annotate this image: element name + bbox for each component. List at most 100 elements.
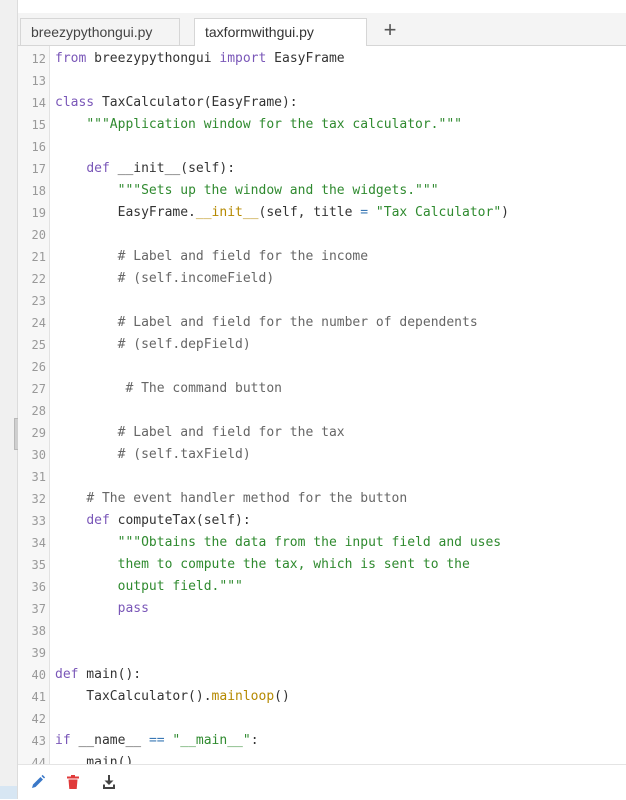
- code-text: from breezypythongui import EasyFrame: [55, 48, 345, 70]
- code-token: EasyFrame: [266, 51, 345, 66]
- line-number: 20: [31, 228, 46, 242]
- line-number: 40: [31, 668, 46, 682]
- code-line[interactable]: 31: [18, 466, 626, 488]
- code-line[interactable]: 14 class TaxCalculator(EasyFrame):: [18, 92, 626, 114]
- line-number: 32: [31, 492, 46, 506]
- line-number: 15: [31, 118, 46, 132]
- code-text: pass: [55, 598, 149, 620]
- code-line[interactable]: 40 def main():: [18, 664, 626, 686]
- code-text: output field.""": [55, 576, 243, 598]
- code-text: """Obtains the data from the input field…: [55, 532, 502, 554]
- code-line[interactable]: 12 from breezypythongui import EasyFrame: [18, 48, 626, 70]
- code-token: ): [501, 205, 509, 220]
- code-line[interactable]: 20: [18, 224, 626, 246]
- code-line[interactable]: 24 # Label and field for the number of d…: [18, 312, 626, 334]
- code-text: main(): [55, 752, 133, 764]
- code-token: __name__: [70, 733, 149, 748]
- line-number: 35: [31, 558, 46, 572]
- code-line[interactable]: 37 pass: [18, 598, 626, 620]
- code-line[interactable]: 36 output field.""": [18, 576, 626, 598]
- code-line[interactable]: 33 def computeTax(self):: [18, 510, 626, 532]
- left-panel-strip: [0, 0, 20, 799]
- code-text: # Label and field for the tax: [55, 422, 345, 444]
- code-text: """Sets up the window and the widgets.""…: [55, 180, 439, 202]
- code-token: ==: [148, 733, 165, 748]
- line-number: 14: [31, 96, 46, 110]
- line-number: 38: [31, 624, 46, 638]
- code-token: # Label and field for the number of depe…: [117, 315, 478, 330]
- line-number: 36: [31, 580, 46, 594]
- download-icon: [101, 774, 119, 790]
- code-line[interactable]: 22 # (self.incomeField): [18, 268, 626, 290]
- code-token: if: [55, 733, 71, 748]
- code-text: def computeTax(self):: [55, 510, 250, 532]
- code-line[interactable]: 21 # Label and field for the income: [18, 246, 626, 268]
- line-number: 37: [31, 602, 46, 616]
- code-line[interactable]: 28: [18, 400, 626, 422]
- add-tab-button[interactable]: +: [378, 16, 402, 44]
- tab-taxformwithgui[interactable]: taxformwithgui.py: [194, 18, 367, 46]
- code-line[interactable]: 39: [18, 642, 626, 664]
- code-line[interactable]: 34 """Obtains the data from the input fi…: [18, 532, 626, 554]
- code-line[interactable]: 43 if __name__ == "__main__":: [18, 730, 626, 752]
- code-line[interactable]: 15 """Application window for the tax cal…: [18, 114, 626, 136]
- code-line[interactable]: 16: [18, 136, 626, 158]
- code-line[interactable]: 18 """Sets up the window and the widgets…: [18, 180, 626, 202]
- editor-toolbar: [18, 764, 626, 800]
- tab-label: taxformwithgui.py: [205, 24, 314, 40]
- code-line[interactable]: 44 main(): [18, 752, 626, 764]
- code-line[interactable]: 42: [18, 708, 626, 730]
- code-token: # Label and field for the income: [117, 249, 369, 264]
- line-number: 44: [31, 756, 46, 764]
- line-number: 39: [31, 646, 46, 660]
- code-token: def: [86, 161, 110, 176]
- code-token: them to compute the tax, which is sent t…: [117, 557, 470, 572]
- code-line[interactable]: 25 # (self.depField): [18, 334, 626, 356]
- line-number: 34: [31, 536, 46, 550]
- line-number: 27: [31, 382, 46, 396]
- code-editor[interactable]: 12 from breezypythongui import EasyFrame 1…: [18, 46, 626, 764]
- code-text: # (self.depField): [55, 334, 251, 356]
- code-token: "__main__": [172, 733, 251, 748]
- code-line[interactable]: 41 TaxCalculator().mainloop(): [18, 686, 626, 708]
- code-token: def: [86, 513, 110, 528]
- line-number: 16: [31, 140, 46, 154]
- code-line[interactable]: 19 EasyFrame.__init__(self, title = "Tax…: [18, 202, 626, 224]
- code-line[interactable]: 17 def __init__(self):: [18, 158, 626, 180]
- code-line[interactable]: 32 # The event handler method for the bu…: [18, 488, 626, 510]
- code-token: # The event handler method for the butto…: [86, 491, 408, 506]
- code-line[interactable]: 30 # (self.taxField): [18, 444, 626, 466]
- line-number: 22: [31, 272, 46, 286]
- code-line[interactable]: 35 them to compute the tax, which is sen…: [18, 554, 626, 576]
- code-token: EasyFrame.: [55, 205, 196, 220]
- code-line[interactable]: 29 # Label and field for the tax: [18, 422, 626, 444]
- delete-button[interactable]: [65, 774, 83, 792]
- code-line[interactable]: 26: [18, 356, 626, 378]
- code-line[interactable]: 38: [18, 620, 626, 642]
- download-button[interactable]: [101, 774, 119, 792]
- code-text: """Application window for the tax calcul…: [55, 114, 462, 136]
- tab-breezypythongui[interactable]: breezypythongui.py: [20, 18, 180, 45]
- code-text: EasyFrame.__init__(self, title = "Tax Ca…: [55, 202, 509, 224]
- code-text: def main():: [55, 664, 141, 686]
- line-number: 17: [31, 162, 46, 176]
- line-number: 29: [31, 426, 46, 440]
- code-token: "Tax Calculator": [375, 205, 502, 220]
- line-number: 19: [31, 206, 46, 220]
- code-text: # The event handler method for the butto…: [55, 488, 407, 510]
- tab-bar: breezypythongui.py taxformwithgui.py +: [18, 13, 626, 46]
- code-line[interactable]: 13: [18, 70, 626, 92]
- code-line[interactable]: 27 # The command button: [18, 378, 626, 400]
- code-token: # The command button: [125, 381, 282, 396]
- edit-button[interactable]: [30, 774, 48, 792]
- line-number: 33: [31, 514, 46, 528]
- code-line[interactable]: 23: [18, 290, 626, 312]
- line-number: 26: [31, 360, 46, 374]
